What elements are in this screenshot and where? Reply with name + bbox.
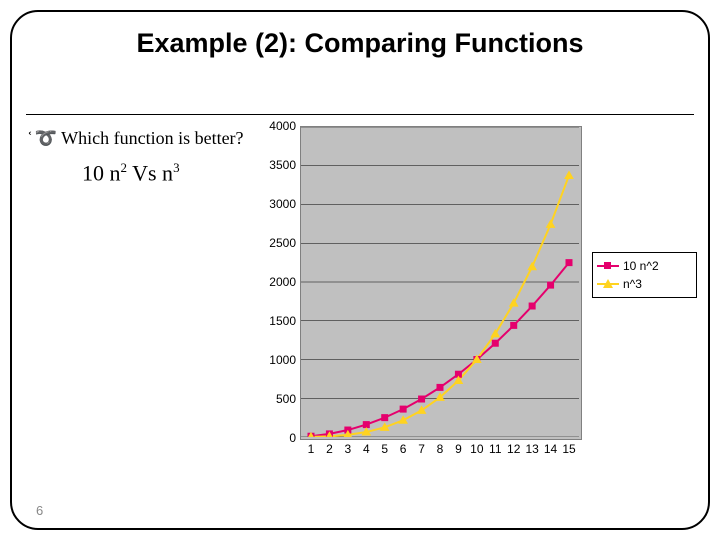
- y-tick-label: 4000: [250, 119, 296, 133]
- slide-frame: Example (2): Comparing Functions ➰ Which…: [10, 10, 710, 530]
- cmp-a: 10 n: [82, 160, 121, 185]
- legend-marker-s1: [597, 261, 619, 271]
- plot-svg: [301, 127, 579, 437]
- y-tick-label: 0: [250, 431, 296, 445]
- cmp-b-exp: 3: [173, 160, 180, 175]
- series-markers: [307, 171, 573, 437]
- x-tick-label: 15: [561, 442, 577, 456]
- x-tick-label: 9: [450, 442, 466, 456]
- comparison-text: 10 n2 Vs n3: [82, 160, 180, 186]
- x-tick-label: 3: [340, 442, 356, 456]
- slide-title: Example (2): Comparing Functions: [12, 28, 708, 59]
- y-tick-label: 2500: [250, 236, 296, 250]
- x-tick-label: 11: [487, 442, 503, 456]
- square-icon: [604, 262, 611, 269]
- y-tick-label: 3500: [250, 158, 296, 172]
- x-tick-label: 12: [506, 442, 522, 456]
- title-underline: [26, 114, 694, 115]
- slide-number: 6: [36, 503, 43, 518]
- y-tick-label: 1000: [250, 353, 296, 367]
- bullet-question: ➰ Which function is better?: [30, 128, 244, 149]
- bullet-text: Which function is better?: [61, 128, 243, 148]
- x-tick-label: 10: [469, 442, 485, 456]
- chart: 05001000150020002500300035004000 1234567…: [250, 120, 690, 480]
- x-tick-label: 13: [524, 442, 540, 456]
- legend-marker-s2: [597, 279, 619, 289]
- legend-label-s1: 10 n^2: [623, 259, 659, 273]
- bullet-icon: ➰: [35, 128, 57, 148]
- x-tick-label: 8: [432, 442, 448, 456]
- x-tick-label: 6: [395, 442, 411, 456]
- legend-row-s1: 10 n^2: [597, 257, 692, 275]
- x-tick-label: 14: [543, 442, 559, 456]
- y-tick-label: 3000: [250, 197, 296, 211]
- x-tick-label: 2: [321, 442, 337, 456]
- y-tick-label: 1500: [250, 314, 296, 328]
- y-tick-label: 500: [250, 392, 296, 406]
- x-tick-label: 1: [303, 442, 319, 456]
- legend-label-s2: n^3: [623, 277, 642, 291]
- y-tick-label: 2000: [250, 275, 296, 289]
- x-tick-label: 7: [414, 442, 430, 456]
- cmp-vs: Vs n: [127, 160, 173, 185]
- x-tick-label: 5: [377, 442, 393, 456]
- legend: 10 n^2 n^3: [592, 252, 697, 298]
- x-tick-label: 4: [358, 442, 374, 456]
- legend-row-s2: n^3: [597, 275, 692, 293]
- triangle-icon: [603, 279, 613, 288]
